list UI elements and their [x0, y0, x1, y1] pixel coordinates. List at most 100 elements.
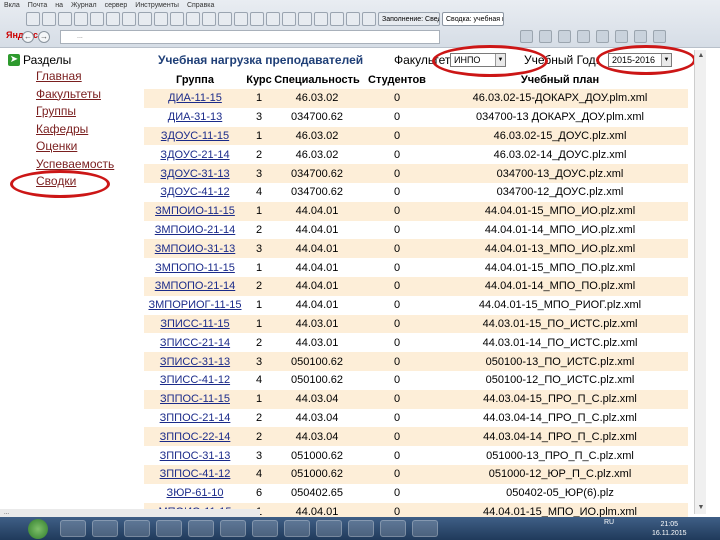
browser-menu-item[interactable]: сервер [105, 2, 128, 12]
browser-tab[interactable] [90, 12, 104, 26]
clock[interactable]: 21:05 16.11.2015 [652, 520, 687, 538]
cell-group-link[interactable]: ЗППОС-21-14 [144, 408, 246, 428]
browser-tab[interactable]: Заполнение: Сведе... [378, 12, 440, 26]
cell-group-link[interactable]: ЗПИСС-21-14 [144, 333, 246, 353]
browser-tab[interactable] [138, 12, 152, 26]
extension-icon[interactable] [520, 30, 533, 43]
chevron-down-icon[interactable]: ▼ [495, 54, 505, 66]
taskbar-app-firefox[interactable] [60, 520, 86, 537]
extension-icon[interactable] [596, 30, 609, 43]
cell-group-link[interactable]: ЗМПОИО-11-15 [144, 201, 246, 221]
language-indicator[interactable]: RU [604, 519, 614, 526]
cell-group-link[interactable]: ДИА-11-15 [144, 89, 246, 108]
faculty-select-value: ИНПО [454, 55, 481, 65]
cell-group-link[interactable]: ЗМПОРИОГ-11-15 [144, 295, 246, 315]
browser-tab[interactable] [106, 12, 120, 26]
browser-tab[interactable] [170, 12, 184, 26]
cell-group-link[interactable]: ЗДОУС-31-13 [144, 164, 246, 183]
vertical-scrollbar[interactable]: ▲ ▼ [694, 50, 706, 514]
cell-group-link[interactable]: ЗМПОИО-21-14 [144, 220, 246, 240]
nav-item[interactable]: Успеваемость [36, 156, 138, 174]
extension-icon[interactable] [558, 30, 571, 43]
browser-tab[interactable] [218, 12, 232, 26]
cell-group-link[interactable]: ЗПИСС-41-12 [144, 370, 246, 390]
cell-group-link[interactable]: ЗППОС-22-14 [144, 427, 246, 447]
forward-icon[interactable]: → [38, 31, 50, 43]
cell-group-link[interactable]: ЗПИСС-11-15 [144, 314, 246, 334]
taskbar-app[interactable] [156, 520, 182, 537]
taskbar-app[interactable] [124, 520, 150, 537]
nav-item[interactable]: Факультеты [36, 86, 138, 104]
cell-group-link[interactable]: ЗПИСС-31-13 [144, 352, 246, 371]
cell-group-link[interactable]: ЗМПОИО-31-13 [144, 239, 246, 259]
browser-tab[interactable] [42, 12, 56, 26]
nav-item[interactable]: Оценки [36, 138, 138, 156]
cell-plan: 051000-12_ЮР_П_С.plz.xml [432, 464, 688, 484]
nav-item[interactable]: Сводки [36, 173, 138, 191]
nav-item[interactable]: Кафедры [36, 121, 138, 139]
extension-icon[interactable] [539, 30, 552, 43]
cell-group-link[interactable]: ЗМПОПО-21-14 [144, 276, 246, 296]
scroll-up-icon[interactable]: ▲ [696, 51, 706, 61]
browser-tab[interactable] [298, 12, 312, 26]
taskbar-app[interactable] [380, 520, 406, 537]
cell-group-link[interactable]: ЗППОС-11-15 [144, 389, 246, 409]
browser-tab[interactable] [282, 12, 296, 26]
browser-tab[interactable] [202, 12, 216, 26]
browser-menu-item[interactable]: Журнал [71, 2, 97, 12]
taskbar-app-chrome[interactable] [92, 520, 118, 537]
taskbar-app[interactable] [412, 520, 438, 537]
cell-group-link[interactable]: ЗМПОПО-11-15 [144, 258, 246, 277]
browser-tab-active[interactable]: Сводка: учебная группа [442, 12, 504, 26]
browser-tab[interactable] [346, 12, 360, 26]
browser-menu-item[interactable]: Инструменты [135, 2, 179, 12]
browser-tab[interactable] [122, 12, 136, 26]
browser-tab[interactable] [362, 12, 376, 26]
cell-group-link[interactable]: ЗППОС-31-13 [144, 446, 246, 465]
cell-group-link[interactable]: ЗДОУС-41-12 [144, 182, 246, 202]
start-button[interactable] [28, 519, 48, 539]
cell-group-link[interactable]: ЗДОУС-11-15 [144, 126, 246, 146]
browser-tab[interactable] [154, 12, 168, 26]
browser-tab[interactable] [186, 12, 200, 26]
taskbar-app[interactable] [348, 520, 374, 537]
taskbar-app[interactable] [252, 520, 278, 537]
browser-tab[interactable] [74, 12, 88, 26]
browser-tab[interactable] [234, 12, 248, 26]
cell-group-link[interactable]: ДИА-31-13 [144, 107, 246, 127]
nav-item[interactable]: Группы [36, 103, 138, 121]
browser-tab[interactable] [266, 12, 280, 26]
browser-tab[interactable] [26, 12, 40, 26]
taskbar-app[interactable] [316, 520, 342, 537]
chevron-down-icon[interactable]: ▼ [661, 54, 671, 66]
scroll-down-icon[interactable]: ▼ [696, 503, 706, 513]
address-bar[interactable]: ... [60, 30, 440, 44]
browser-tabstrip: Заполнение: Сведе...Сводка: учебная груп… [26, 12, 716, 28]
taskbar-app[interactable] [220, 520, 246, 537]
browser-tab[interactable] [330, 12, 344, 26]
menu-icon[interactable] [653, 30, 666, 43]
nav-item[interactable]: Главная [36, 68, 138, 86]
table-row: ЗЮР-61-10 6 050402.65 0 050402-05_ЮР(6).plz [144, 483, 688, 503]
browser-menu-item[interactable]: Справка [187, 2, 214, 12]
cell-group-link[interactable]: ЗДОУС-21-14 [144, 145, 246, 165]
extension-icon[interactable] [577, 30, 590, 43]
browser-tab[interactable] [250, 12, 264, 26]
browser-tab[interactable] [314, 12, 328, 26]
extension-icon[interactable] [615, 30, 628, 43]
taskbar-app[interactable] [284, 520, 310, 537]
year-select[interactable]: 2015-2016 ▼ [608, 53, 672, 67]
faculty-select[interactable]: ИНПО ▼ [450, 53, 506, 67]
extension-icon[interactable] [634, 30, 647, 43]
back-icon[interactable]: ← [22, 31, 34, 43]
cell-group-link[interactable]: ЗППОС-41-12 [144, 464, 246, 484]
taskbar-app[interactable] [188, 520, 214, 537]
cell-specialty: 44.03.04 [272, 408, 362, 428]
table-row: ЗПИСС-41-12 4 050100.62 0 050100-12_ПО_ИСТС.… [144, 370, 688, 390]
browser-menu-item[interactable]: на [55, 2, 63, 12]
browser-tab[interactable] [58, 12, 72, 26]
cell-group-link[interactable]: ЗЮР-61-10 [144, 483, 246, 503]
browser-menu-item[interactable]: Вкла [4, 2, 20, 12]
browser-menu-item[interactable]: Почта [28, 2, 47, 12]
cell-students: 0 [362, 239, 432, 259]
